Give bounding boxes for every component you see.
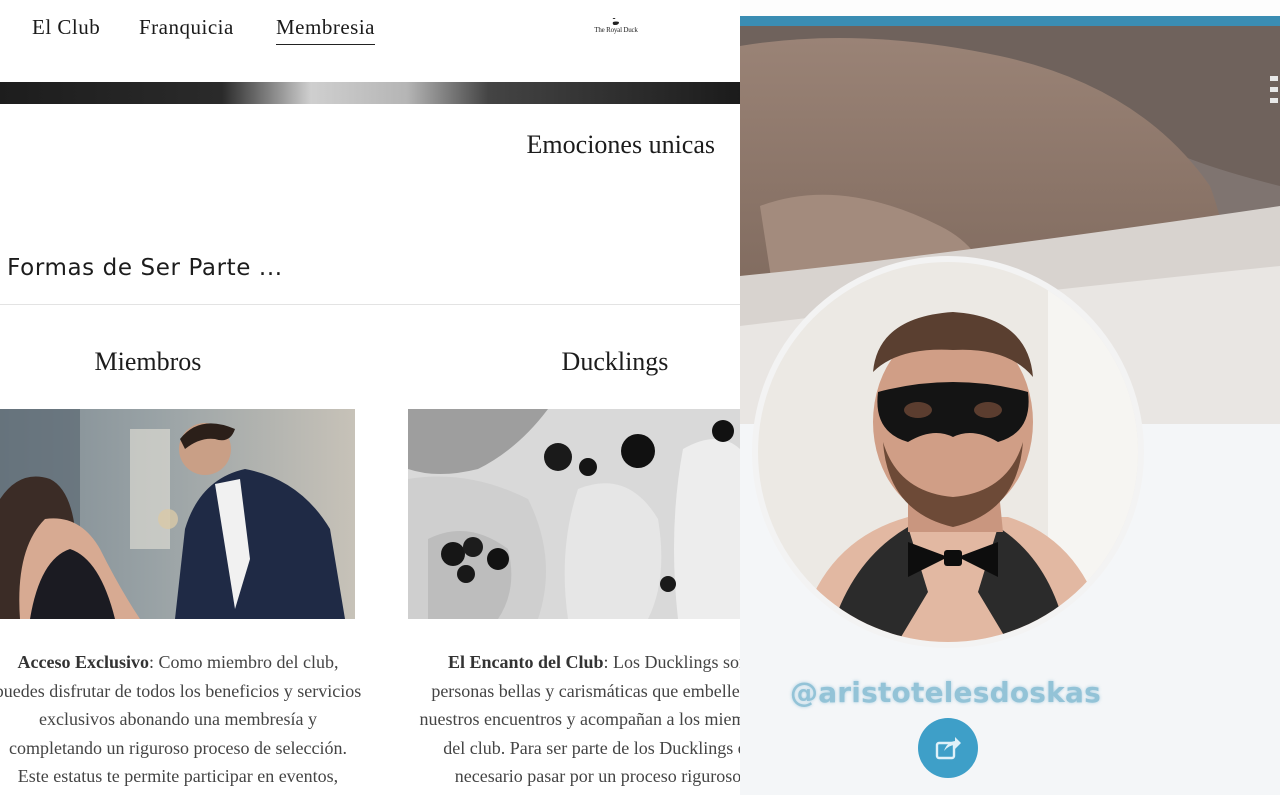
- ducklings-photo-image: [408, 409, 740, 619]
- club-website: El Club Franquicia Membresia The Royal D…: [0, 0, 740, 795]
- divider: [0, 304, 740, 305]
- social-profile: @aristotelesdoskas: [740, 0, 1280, 795]
- desc-line: completando un riguroso proceso de selec…: [9, 737, 347, 758]
- desc-lead: El Encanto del Club: [447, 652, 604, 672]
- ducklings-description: El Encanto del Club: Los Ducklings son p…: [398, 648, 740, 791]
- desc-line: personas bellas y carismáticas que embel…: [431, 680, 740, 701]
- share-button[interactable]: [918, 718, 978, 778]
- desc-line: El Encanto del Club: Los Ducklings son: [447, 652, 740, 672]
- desc-line: del club. Para ser parte de los Duckling…: [443, 737, 740, 758]
- tagline: Emociones unicas: [526, 130, 715, 159]
- column-title-ducklings: Ducklings: [561, 347, 669, 376]
- hero-image-strip: [0, 82, 740, 104]
- desc-line: nuestros encuentros y acompañan a los mi…: [419, 709, 740, 730]
- profile-accent-bar: [740, 16, 1280, 26]
- more-vertical-icon[interactable]: [1268, 74, 1280, 114]
- miembros-description: Acceso Exclusivo: Como miembro del club,…: [0, 648, 414, 791]
- share-icon: [935, 737, 961, 760]
- section-title: 3 Formas de Ser Parte ...: [0, 255, 283, 281]
- column-title-miembros: Miembros: [94, 347, 202, 376]
- nav-membresia[interactable]: Membresia: [276, 15, 375, 45]
- duck-logo-icon: [612, 18, 619, 25]
- desc-lead: Acceso Exclusivo: [17, 652, 149, 672]
- top-navigation: El Club Franquicia Membresia The Royal D…: [0, 0, 740, 82]
- couple-photo-image: [0, 409, 355, 619]
- profile-handle[interactable]: @aristotelesdoskas: [790, 676, 1101, 709]
- profile-top-bar: [740, 0, 1280, 16]
- site-logo[interactable]: The Royal Duck: [588, 18, 644, 40]
- desc-line: Este estatus te permite participar en ev…: [17, 766, 339, 787]
- nav-el-club[interactable]: El Club: [32, 15, 100, 40]
- ducklings-photo: [408, 409, 740, 619]
- nav-franquicia[interactable]: Franquicia: [139, 15, 234, 40]
- desc-line: Acceso Exclusivo: Como miembro del club,: [17, 652, 339, 672]
- desc-line: puedes disfrutar de todos los beneficios…: [0, 680, 362, 701]
- miembros-photo: [0, 409, 355, 619]
- desc-line: necesario pasar por un proceso riguroso: [454, 766, 740, 787]
- avatar-image: [758, 262, 1138, 642]
- avatar[interactable]: [752, 256, 1144, 648]
- desc-line: exclusivos abonando una membresía y: [39, 709, 317, 730]
- logo-text: The Royal Duck: [594, 26, 638, 34]
